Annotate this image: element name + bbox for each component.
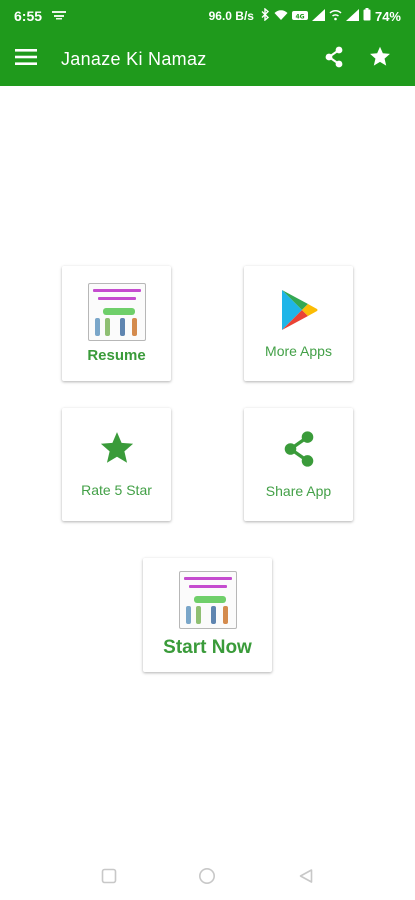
share-button[interactable] (311, 32, 357, 86)
rate-card[interactable]: Rate 5 Star (62, 408, 171, 521)
more-apps-label: More Apps (265, 343, 332, 359)
star-icon (99, 431, 135, 470)
system-nav-bar (0, 856, 415, 900)
menu-icon (15, 48, 37, 70)
app-thumbnail-icon (178, 571, 237, 629)
status-bar: 6:55 96.0 B/s 4G 74% (0, 0, 415, 32)
battery-icon (363, 8, 371, 24)
resume-card[interactable]: Resume (62, 266, 171, 381)
svg-text:4G: 4G (295, 13, 304, 20)
app-thumbnail-icon (87, 283, 146, 341)
start-now-label: Start Now (163, 637, 252, 658)
menu-button[interactable] (0, 32, 52, 86)
home-button[interactable] (192, 863, 222, 893)
app-bar: Janaze Ki Namaz (0, 32, 415, 86)
app-bar-actions (311, 32, 415, 86)
recent-apps-button[interactable] (94, 863, 124, 893)
star-icon (369, 46, 391, 72)
signal-icon-2 (345, 8, 359, 24)
signal-icon (311, 8, 325, 24)
play-store-icon (279, 288, 319, 337)
wifi-calling-icon (329, 9, 342, 24)
back-button[interactable] (291, 863, 321, 893)
back-icon (298, 868, 314, 889)
home-icon (198, 867, 216, 890)
notification-icon (52, 10, 67, 23)
start-now-card[interactable]: Start Now (143, 558, 272, 672)
bluetooth-icon (261, 7, 270, 24)
battery-level: 74% (374, 8, 401, 24)
rate-label: Rate 5 Star (81, 482, 152, 498)
resume-label: Resume (87, 347, 146, 364)
favorite-button[interactable] (357, 32, 403, 86)
wifi-icon (274, 9, 288, 24)
share-card[interactable]: Share App (244, 408, 353, 521)
status-right: 96.0 B/s 4G 74% (208, 7, 401, 24)
app-title: Janaze Ki Namaz (61, 48, 207, 69)
more-apps-card[interactable]: More Apps (244, 266, 353, 381)
share-icon (324, 46, 344, 73)
share-label: Share App (265, 483, 332, 499)
network-speed: 96.0 B/s (208, 9, 254, 23)
volte-icon: 4G (291, 9, 308, 24)
share-icon (282, 430, 316, 473)
status-time: 6:55 (14, 8, 43, 24)
recent-apps-icon (101, 868, 117, 889)
